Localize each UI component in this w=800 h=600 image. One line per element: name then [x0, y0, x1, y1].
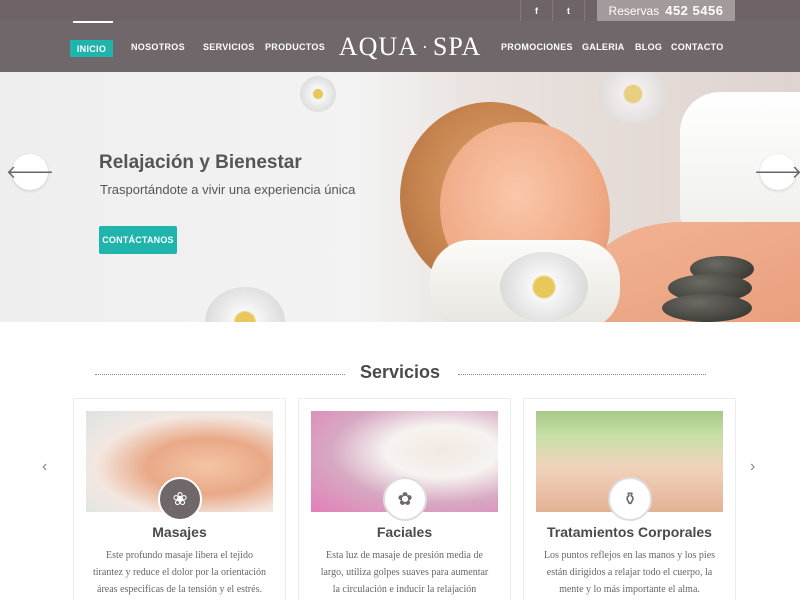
flower-decoration [300, 76, 336, 112]
oil-bottle-icon: ⚱ [608, 477, 652, 521]
nav-item-inicio[interactable]: INICIO [70, 40, 113, 57]
servicios-heading: Servicios [359, 362, 441, 382]
section-divider [458, 374, 706, 375]
nav-item-contacto[interactable]: CONTACTO [671, 38, 724, 56]
service-description: Esta luz de masaje de presión media de l… [320, 550, 489, 595]
twitter-icon[interactable]: t [552, 0, 584, 21]
hero-next-arrow-icon[interactable]: 🡒 [754, 154, 800, 190]
top-bar: f t in Reservas 452 5456 [0, 0, 800, 21]
logo-text-aqua: AQUA [338, 32, 418, 61]
reservas-phone[interactable]: Reservas 452 5456 [597, 0, 735, 21]
nav-item-productos[interactable]: PRODUCTOS [265, 38, 325, 56]
hero-subtitle: Trasportándote a vivir una experiencia ú… [100, 182, 356, 197]
reservas-number: 452 5456 [665, 3, 724, 18]
service-description: Este profundo masaje libera el tejido ti… [93, 550, 266, 595]
service-description: Los puntos reflejos en las manos y los p… [543, 550, 716, 595]
carousel-next-icon[interactable]: › [750, 458, 755, 476]
flower-decoration [500, 252, 588, 322]
contactanos-button[interactable]: CONTÁCTANOS [99, 226, 177, 254]
main-nav: INICIO NOSOTROS SERVICIOS PRODUCTOS AQUA… [0, 21, 800, 72]
flower-decoration [598, 72, 668, 124]
logo-text-spa: SPA [432, 32, 482, 61]
facebook-icon[interactable]: f [520, 0, 552, 21]
hero-slider: 🡐 🡒 Relajación y Bienestar Trasportándot… [0, 72, 800, 322]
logo-dot: · [421, 36, 429, 57]
service-card-tratamientos[interactable]: ⚱ Tratamientos Corporales Los puntos ref… [523, 398, 736, 600]
lotus-icon: ❀ [158, 477, 202, 521]
service-title: Faciales [376, 524, 433, 540]
site-logo[interactable]: AQUA · SPA [338, 31, 482, 63]
service-card-faciales[interactable]: ✿ Faciales Esta luz de masaje de presión… [298, 398, 511, 600]
nav-item-servicios[interactable]: SERVICIOS [203, 38, 255, 56]
hero-prev-arrow-icon[interactable]: 🡐 [6, 154, 54, 190]
nav-item-blog[interactable]: BLOG [635, 38, 662, 56]
nav-item-promociones[interactable]: PROMOCIONES [501, 38, 573, 56]
hero-title: Relajación y Bienestar [99, 152, 302, 173]
reservas-label: Reservas [608, 3, 660, 18]
flower-decoration [205, 287, 285, 322]
service-card-masajes[interactable]: ❀ Masajes Este profundo masaje libera el… [73, 398, 286, 600]
candle-flower-icon: ✿ [383, 477, 427, 521]
service-title: Masajes [152, 524, 207, 540]
carousel-prev-icon[interactable]: ‹ [42, 458, 47, 476]
nav-item-galeria[interactable]: GALERIA [582, 38, 625, 56]
active-indicator [73, 21, 113, 23]
hero-image-stone [662, 294, 752, 322]
nav-item-nosotros[interactable]: NOSOTROS [131, 38, 185, 56]
service-title: Tratamientos Corporales [547, 524, 712, 540]
